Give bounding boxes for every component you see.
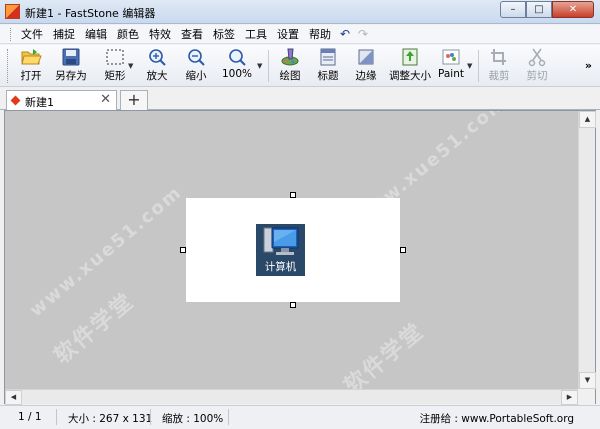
- resize-handle-bottom[interactable]: [290, 302, 296, 308]
- scroll-down-icon[interactable]: ▼: [579, 372, 596, 389]
- toolbar-separator: [268, 50, 269, 82]
- draw-button[interactable]: 绘图: [276, 47, 304, 85]
- window-title: 新建1 - FastStone 编辑器: [25, 7, 156, 20]
- status-bar: 1 / 1 大小 : 267 x 131 缩放 : 100% 注册给 : www…: [0, 405, 600, 429]
- crop-icon: [491, 49, 506, 65]
- rectangle-dropdown-icon[interactable]: ▼: [128, 62, 133, 70]
- scroll-right-icon[interactable]: ▶: [561, 390, 578, 405]
- status-registration: 注册给 : www.PortableSoft.org: [419, 413, 574, 425]
- menu-settings[interactable]: 设置: [272, 26, 304, 42]
- scroll-up-icon[interactable]: ▲: [579, 111, 596, 128]
- cut-button[interactable]: 剪切: [523, 47, 551, 85]
- zoom-out-label: 缩小: [185, 70, 207, 82]
- rectangle-label: 矩形: [104, 70, 126, 82]
- save-as-button[interactable]: 另存为: [53, 47, 89, 85]
- tab-document[interactable]: 新建1 ✕: [6, 90, 117, 110]
- zoom-100-label: 100%: [221, 68, 253, 80]
- menu-view[interactable]: 查看: [176, 26, 208, 42]
- computer-icon: [263, 227, 299, 255]
- crop-button[interactable]: 裁剪: [485, 47, 513, 85]
- status-zoom: 缩放 : 100%: [162, 413, 224, 425]
- draw-icon: [281, 48, 299, 66]
- scissors-icon: [528, 48, 546, 67]
- zoom-in-button[interactable]: 放大: [143, 47, 171, 85]
- paint-icon: [442, 49, 460, 65]
- menu-grip[interactable]: [10, 27, 12, 41]
- rectangle-button[interactable]: 矩形: [100, 47, 130, 85]
- resize-handle-right[interactable]: [400, 247, 406, 253]
- menu-file[interactable]: 文件: [16, 26, 48, 42]
- zoom-out-icon: [188, 49, 205, 66]
- scroll-left-icon[interactable]: ◀: [5, 390, 22, 405]
- computer-icon-label: 计算机: [264, 261, 297, 273]
- menu-effects[interactable]: 特效: [144, 26, 176, 42]
- edge-label: 边缘: [355, 70, 377, 82]
- menu-bar: 文件 捕捉 编辑 颜色 特效 查看 标签 工具 设置 帮助 ↶ ↷: [0, 25, 600, 44]
- vertical-scrollbar[interactable]: ▲ ▼: [578, 111, 596, 389]
- zoom-dropdown-icon[interactable]: ▼: [257, 62, 262, 70]
- caption-button[interactable]: 标题: [314, 47, 342, 85]
- new-tab-button[interactable]: +: [120, 90, 148, 110]
- tab-label: 新建1: [25, 96, 54, 109]
- cut-label: 剪切: [526, 70, 548, 82]
- menu-tags[interactable]: 标签: [208, 26, 240, 42]
- scroll-corner: [578, 389, 595, 404]
- paint-dropdown-icon[interactable]: ▼: [467, 62, 472, 70]
- tab-bar: 新建1 ✕ +: [0, 88, 600, 110]
- menu-tools[interactable]: 工具: [240, 26, 272, 42]
- redo-icon[interactable]: ↷: [354, 27, 372, 41]
- crop-label: 裁剪: [488, 70, 510, 82]
- minimize-button[interactable]: –: [500, 1, 526, 18]
- menu-help[interactable]: 帮助: [304, 26, 336, 42]
- close-button[interactable]: ✕: [552, 1, 594, 18]
- toolbar-overflow-button[interactable]: »: [585, 59, 592, 72]
- watermark-url: www.xue51.com: [25, 181, 187, 322]
- toolbar-separator: [478, 50, 479, 82]
- title-bar: 新建1 - FastStone 编辑器 – □ ✕: [0, 0, 600, 24]
- open-folder-icon: [21, 49, 42, 65]
- status-size: 大小 : 267 x 131: [68, 413, 153, 425]
- resize-handle-left[interactable]: [180, 247, 186, 253]
- edge-button[interactable]: 边缘: [352, 47, 380, 85]
- tab-marker-icon: [10, 95, 21, 106]
- menu-capture[interactable]: 捕捉: [48, 26, 80, 42]
- open-button[interactable]: 打开: [16, 47, 46, 85]
- paint-button[interactable]: Paint: [436, 47, 466, 85]
- caption-icon: [320, 48, 336, 66]
- zoom-in-icon: [149, 49, 166, 66]
- watermark-text: 软件学堂: [49, 288, 140, 370]
- computer-desktop-icon: 计算机: [256, 224, 305, 276]
- undo-icon[interactable]: ↶: [336, 27, 354, 41]
- rectangle-select-icon: [106, 49, 124, 65]
- maximize-button[interactable]: □: [526, 1, 552, 18]
- horizontal-scrollbar[interactable]: ◀ ▶: [5, 389, 578, 405]
- window-controls: – □ ✕: [500, 1, 594, 18]
- paint-label: Paint: [438, 68, 464, 80]
- zoom-100-button[interactable]: 100%: [220, 47, 254, 85]
- tab-close-icon[interactable]: ✕: [100, 92, 111, 107]
- open-label: 打开: [20, 70, 42, 82]
- toolbar: 打开 另存为 矩形 ▼ 放大 缩小 100% ▼ 绘图 标题 边缘 调整大小 P…: [0, 45, 600, 87]
- draw-label: 绘图: [279, 70, 301, 82]
- app-icon: [5, 4, 20, 19]
- resize-label: 调整大小: [389, 70, 431, 82]
- resize-button[interactable]: 调整大小: [388, 47, 432, 85]
- status-page: 1 / 1: [18, 411, 42, 423]
- status-separator: [228, 409, 229, 425]
- watermark-text: 软件学堂: [339, 318, 430, 389]
- toolbar-grip[interactable]: [7, 49, 9, 83]
- caption-label: 标题: [317, 70, 339, 82]
- edge-icon: [358, 49, 374, 65]
- resize-handle-top[interactable]: [290, 192, 296, 198]
- zoom-out-button[interactable]: 缩小: [182, 47, 210, 85]
- status-separator: [150, 409, 151, 425]
- save-disk-icon: [62, 48, 80, 66]
- status-separator: [56, 409, 57, 425]
- zoom-actual-icon: [229, 49, 246, 66]
- menu-edit[interactable]: 编辑: [80, 26, 112, 42]
- menu-colors[interactable]: 颜色: [112, 26, 144, 42]
- save-as-label: 另存为: [55, 70, 87, 82]
- resize-icon: [402, 48, 418, 66]
- zoom-in-label: 放大: [146, 70, 168, 82]
